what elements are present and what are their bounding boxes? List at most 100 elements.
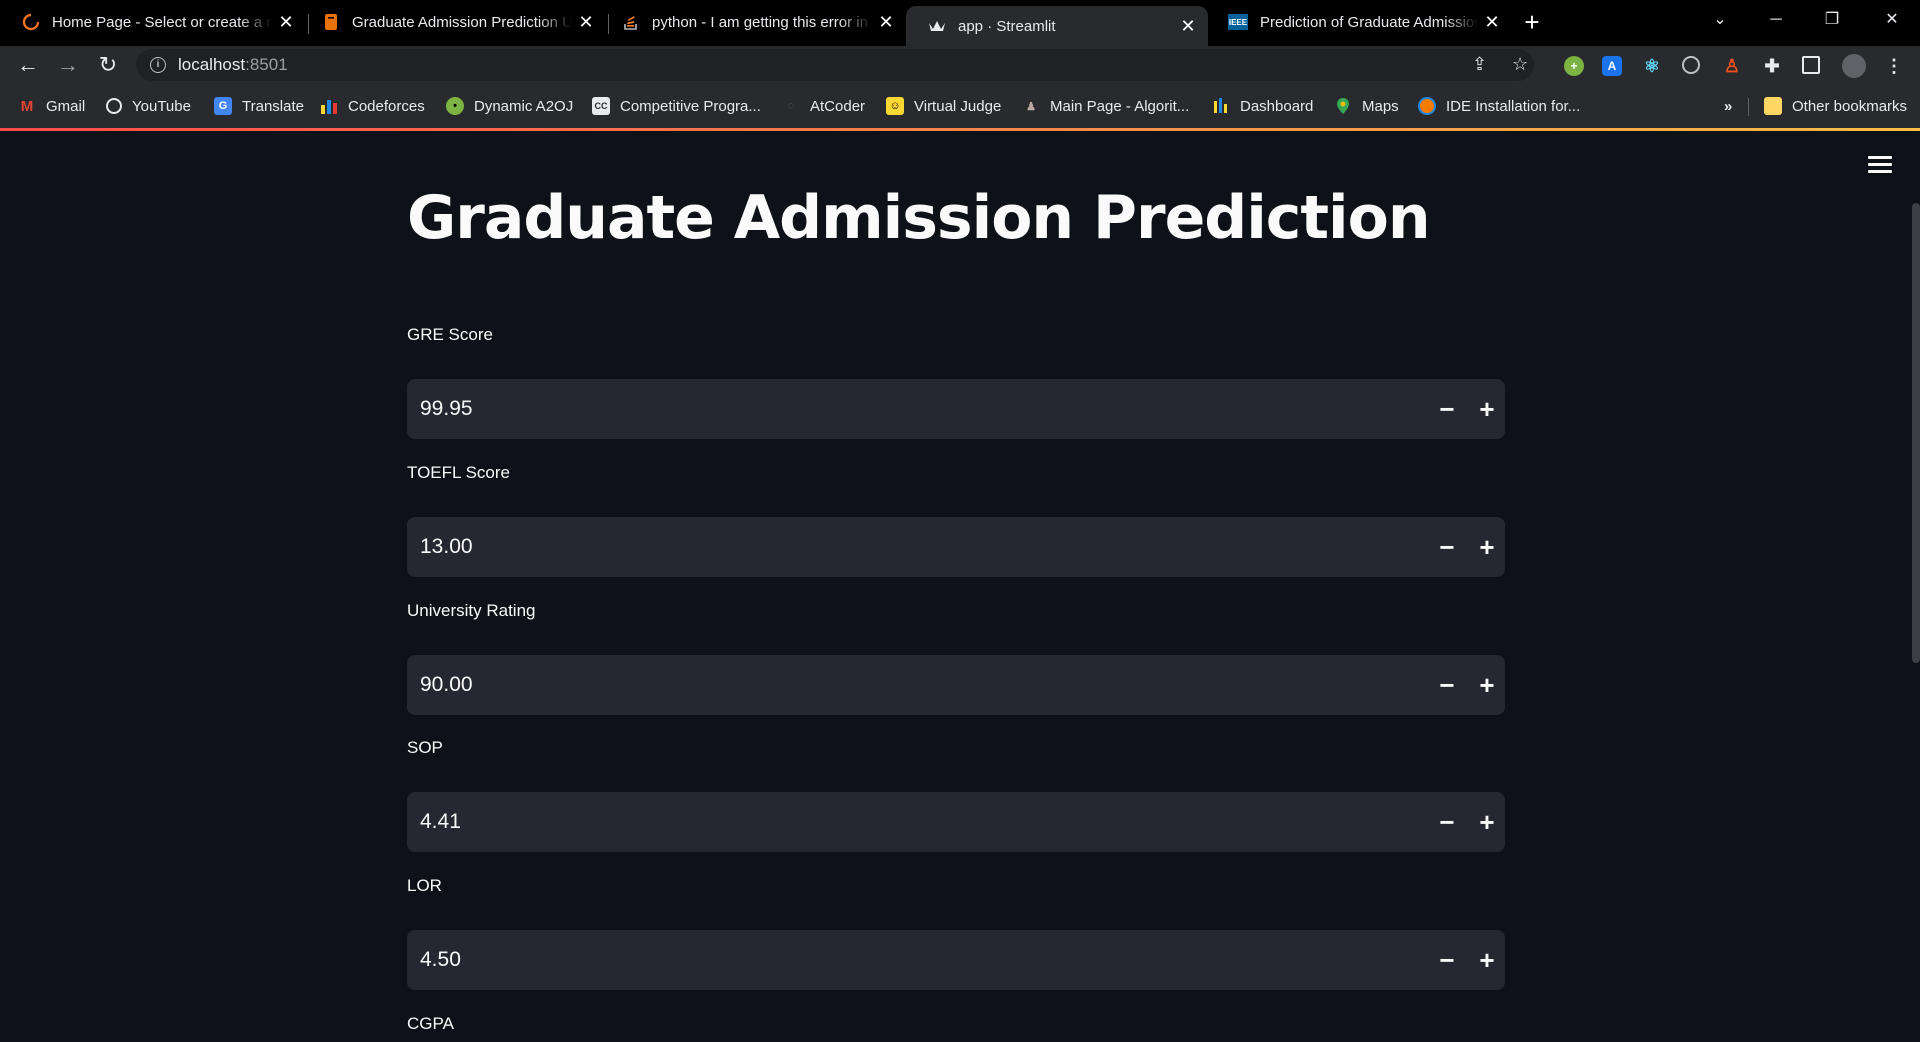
react-devtools-icon[interactable]: ⚛ — [1642, 56, 1662, 76]
close-tab-icon[interactable]: ✕ — [1178, 16, 1198, 37]
extension-green-plus-icon[interactable]: + — [1564, 56, 1584, 76]
bookmark-label: Other bookmarks — [1792, 97, 1908, 115]
university-rating-input[interactable]: 90.00 − + — [407, 655, 1505, 715]
close-window-button[interactable]: ✕ — [1868, 4, 1916, 36]
field-label: CGPA — [407, 1014, 454, 1033]
cc-icon: CC — [592, 97, 610, 115]
field-label: SOP — [407, 738, 443, 757]
increment-button[interactable]: + — [1471, 531, 1503, 563]
back-button[interactable]: ← — [12, 49, 44, 81]
bookmark-label: Virtual Judge — [914, 97, 1002, 115]
bookmark-competitive-programming[interactable]: CC Competitive Progra... — [592, 94, 761, 118]
address-bar[interactable]: i localhost:8501 — [136, 49, 1534, 81]
increment-button[interactable]: + — [1471, 944, 1503, 976]
bookmark-star-icon[interactable]: ☆ — [1512, 54, 1528, 75]
input-value[interactable]: 99.95 — [420, 397, 473, 421]
field-label: LOR — [407, 876, 442, 895]
tab-title: app · Streamlit — [958, 17, 1056, 35]
spinner-icon — [22, 13, 40, 31]
close-tab-icon[interactable]: ✕ — [276, 12, 296, 33]
input-value[interactable]: 90.00 — [420, 673, 473, 697]
bookmark-label: Translate — [242, 97, 304, 115]
ide-icon — [1418, 97, 1436, 115]
decrement-button[interactable]: − — [1431, 531, 1463, 563]
bookmark-label: Codeforces — [348, 97, 425, 115]
bookmark-algorithms-main-page[interactable]: ♟ Main Page - Algorit... — [1022, 94, 1189, 118]
tab-python-error[interactable]: python - I am getting this error in ✕ — [600, 4, 906, 40]
field-label: GRE Score — [407, 325, 493, 344]
extension-orange-icon[interactable]: ♙ — [1722, 56, 1742, 76]
tab-title: Home Page - Select or create a n — [52, 13, 272, 31]
hamburger-menu-icon[interactable] — [1868, 156, 1892, 174]
streamlit-app: Graduate Admission Prediction GRE Score … — [0, 131, 1920, 1042]
tab-graduate-admission[interactable]: Graduate Admission Prediction U ✕ — [300, 4, 606, 40]
browser-menu-icon[interactable]: ⋮ — [1884, 56, 1904, 76]
university-rating-field: University Rating 90.00 − + — [407, 601, 1505, 717]
bookmark-dashboard[interactable]: Dashboard — [1212, 94, 1313, 118]
restore-button[interactable]: ❐ — [1808, 4, 1856, 36]
bookmark-youtube[interactable]: YouTube — [106, 94, 191, 118]
bookmark-dynamic-a2oj[interactable]: • Dynamic A2OJ — [446, 94, 573, 118]
bookmark-maps[interactable]: Maps — [1334, 94, 1399, 118]
bookmark-label: Dashboard — [1240, 97, 1314, 115]
decrement-button[interactable]: − — [1431, 806, 1463, 838]
tab-prediction-ieee[interactable]: IEEE Prediction of Graduate Admission ✕ — [1206, 4, 1512, 40]
decrement-button[interactable]: − — [1431, 669, 1463, 701]
input-value[interactable]: 13.00 — [420, 535, 473, 559]
forward-button[interactable]: → — [52, 49, 84, 81]
other-bookmarks[interactable]: Other bookmarks — [1764, 94, 1907, 118]
url-host: localhost — [178, 55, 246, 74]
gre-score-input[interactable]: 99.95 − + — [407, 379, 1505, 439]
bookmarks-bar: M Gmail YouTube G Translate Codeforces •… — [0, 84, 1920, 128]
maps-pin-icon — [1334, 97, 1352, 115]
extensions-puzzle-icon[interactable]: ✚ — [1762, 56, 1782, 76]
reload-button[interactable]: ↻ — [92, 49, 124, 81]
close-tab-icon[interactable]: ✕ — [576, 12, 596, 33]
extension-target-icon[interactable] — [1682, 56, 1700, 74]
sop-field: SOP 4.41 − + — [407, 738, 1505, 854]
lor-input[interactable]: 4.50 − + — [407, 930, 1505, 990]
input-value[interactable]: 4.50 — [420, 948, 461, 972]
field-label: University Rating — [407, 601, 536, 620]
site-info-icon[interactable]: i — [150, 57, 166, 73]
bookmark-label: IDE Installation for... — [1446, 97, 1581, 115]
new-tab-button[interactable]: + — [1518, 8, 1546, 36]
increment-button[interactable]: + — [1471, 669, 1503, 701]
ieee-icon: IEEE — [1228, 14, 1248, 30]
tab-home-page[interactable]: Home Page - Select or create a n ✕ — [0, 4, 306, 40]
bookmarks-overflow-button[interactable]: » — [1724, 94, 1732, 118]
tab-streamlit-app[interactable]: app · Streamlit ✕ — [906, 6, 1208, 46]
decrement-button[interactable]: − — [1431, 393, 1463, 425]
sop-input[interactable]: 4.41 − + — [407, 792, 1505, 852]
gmail-icon: M — [20, 97, 34, 115]
profile-avatar[interactable] — [1842, 54, 1866, 78]
a2oj-icon: • — [446, 97, 464, 115]
dashboard-icon — [1212, 97, 1230, 115]
globe-icon — [106, 98, 122, 114]
bookmark-virtual-judge[interactable]: ☺ Virtual Judge — [886, 94, 1001, 118]
bookmark-gmail[interactable]: M Gmail — [18, 94, 85, 118]
stackoverflow-icon — [622, 13, 640, 31]
gre-score-field: GRE Score 99.95 − + — [407, 325, 1505, 441]
scrollbar[interactable] — [1912, 203, 1920, 663]
bookmark-translate[interactable]: G Translate — [214, 94, 304, 118]
bookmark-ide-installation[interactable]: IDE Installation for... — [1418, 94, 1580, 118]
toefl-score-input[interactable]: 13.00 − + — [407, 517, 1505, 577]
share-icon[interactable]: ⇪ — [1472, 54, 1487, 75]
bookmark-codeforces[interactable]: Codeforces — [320, 94, 425, 118]
bookmark-atcoder[interactable]: ◌ AtCoder — [782, 94, 865, 118]
input-value[interactable]: 4.41 — [420, 810, 461, 834]
close-tab-icon[interactable]: ✕ — [876, 12, 896, 33]
cgpa-field: CGPA — [407, 1014, 1505, 1042]
streamlit-crown-icon — [928, 17, 946, 35]
minimize-button[interactable]: ─ — [1752, 4, 1800, 36]
tab-strip: Home Page - Select or create a n ✕ Gradu… — [0, 0, 1920, 46]
extension-translate-icon[interactable]: A — [1602, 56, 1622, 76]
close-tab-icon[interactable]: ✕ — [1482, 12, 1502, 33]
increment-button[interactable]: + — [1471, 393, 1503, 425]
tab-search-chevron-icon[interactable]: ⌄ — [1696, 4, 1744, 36]
side-panel-icon[interactable] — [1802, 56, 1820, 74]
increment-button[interactable]: + — [1471, 806, 1503, 838]
decrement-button[interactable]: − — [1431, 944, 1463, 976]
toefl-score-field: TOEFL Score 13.00 − + — [407, 463, 1505, 579]
